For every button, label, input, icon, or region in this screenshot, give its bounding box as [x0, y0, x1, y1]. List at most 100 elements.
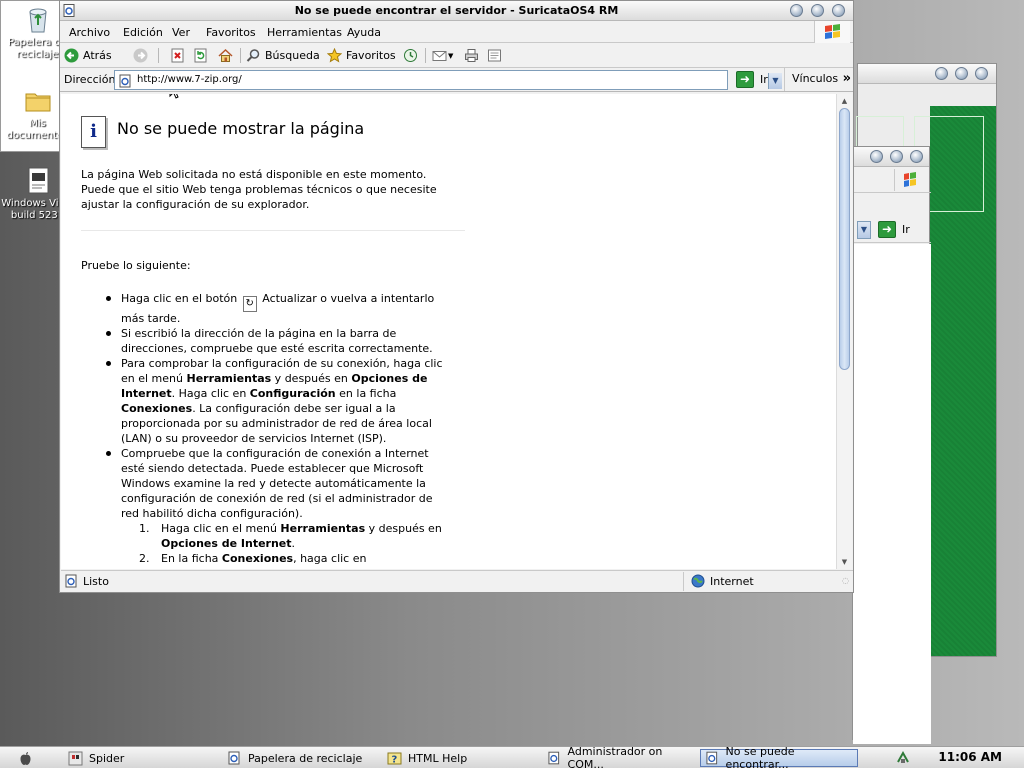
- menu-favoritos[interactable]: Favoritos: [206, 26, 256, 39]
- forward-button[interactable]: [133, 47, 152, 64]
- taskbar-item-label: No se puede encontrar...: [725, 745, 795, 768]
- start-button[interactable]: [14, 749, 39, 767]
- go-button[interactable]: ➜ Ir: [878, 221, 910, 238]
- minimize-button[interactable]: [870, 150, 883, 163]
- taskbar-item-active-browser[interactable]: No se puede encontrar...: [700, 745, 858, 768]
- bold-term: Configuración: [249, 387, 336, 400]
- maximize-button[interactable]: [955, 67, 968, 80]
- close-button[interactable]: [910, 150, 923, 163]
- page-status-icon: [65, 574, 77, 588]
- globe-icon: [691, 574, 705, 588]
- taskbar-item-spider[interactable]: Spider: [64, 749, 219, 767]
- links-button[interactable]: Vínculos »: [784, 68, 854, 91]
- print-button[interactable]: [464, 47, 483, 64]
- info-icon: i: [81, 116, 106, 148]
- taskbar-item-html-help[interactable]: ? HTML Help: [383, 749, 538, 767]
- try-heading: Pruebe lo siguiente:: [81, 259, 191, 272]
- taskbar-item-label: Papelera de reciclaje: [248, 751, 363, 765]
- network-tray-icon[interactable]: [896, 750, 910, 765]
- bold-term: Internet: [121, 387, 172, 400]
- text: .: [291, 537, 296, 550]
- svg-text:?: ?: [392, 754, 398, 765]
- menu-bar: Archivo Edición Ver Favoritos Herramient…: [60, 21, 853, 43]
- favorites-button[interactable]: Favoritos: [327, 47, 396, 64]
- menu-ayuda[interactable]: Ayuda: [347, 26, 381, 39]
- stop-button[interactable]: [170, 47, 189, 64]
- numbered-item-2: En la ficha Conexiones, haga clic en: [161, 551, 366, 566]
- status-divider: [683, 572, 684, 591]
- go-button[interactable]: ➜ Ir: [736, 71, 768, 88]
- bullet: [106, 361, 111, 366]
- close-button[interactable]: [832, 4, 845, 17]
- bullet-3-line: en el menú Herramientas y después en Opc…: [121, 371, 427, 386]
- taskbar: Spider Papelera de reciclaje ? HTML Help…: [0, 745, 1024, 768]
- bold-term: Conexiones: [121, 402, 193, 415]
- resize-grip-icon[interactable]: ◌: [842, 576, 849, 585]
- edit-icon: [488, 49, 501, 62]
- history-button[interactable]: [403, 47, 422, 64]
- refresh-icon[interactable]: ↻: [242, 296, 257, 312]
- taskbar-item-recycle-bin[interactable]: Papelera de reciclaje: [223, 749, 378, 767]
- taskbar-item-label: HTML Help: [408, 751, 468, 765]
- internet-explorer-icon: [548, 751, 560, 764]
- go-label: Ir: [902, 223, 910, 236]
- scroll-down-arrow[interactable]: ▼: [837, 556, 852, 568]
- star-icon: [327, 48, 342, 63]
- refresh-icon: [194, 48, 207, 63]
- maximize-button[interactable]: [890, 150, 903, 163]
- bullet-3-line: Internet. Haga clic en Configuración en …: [121, 386, 396, 401]
- address-dropdown-arrow[interactable]: ▼: [768, 73, 782, 89]
- back-button[interactable]: Atrás: [64, 47, 112, 64]
- taskbar-item-label: Spider: [89, 751, 125, 765]
- address-input[interactable]: http://www.7-zip.org/ ▼: [114, 70, 782, 90]
- search-button[interactable]: Búsqueda: [246, 47, 320, 64]
- mail-button[interactable]: ▼: [432, 47, 453, 64]
- internet-explorer-icon: [228, 751, 240, 764]
- text: y después en: [271, 372, 352, 385]
- text: en el menú: [121, 372, 187, 385]
- home-button[interactable]: [218, 47, 237, 64]
- search-label: Búsqueda: [265, 49, 320, 62]
- window-title: No se puede encontrar el servidor - Suri…: [294, 4, 619, 17]
- list-number: 2.: [139, 552, 150, 565]
- background-window-titlebar[interactable]: [858, 64, 996, 84]
- menu-edicion[interactable]: Edición: [123, 26, 163, 39]
- menu-ver[interactable]: Ver: [172, 26, 190, 39]
- status-bar: Listo Internet ◌: [61, 570, 853, 592]
- text: , haga clic en: [293, 552, 367, 565]
- maximize-button[interactable]: [811, 4, 824, 17]
- bullet: [106, 296, 111, 301]
- close-button[interactable]: [975, 67, 988, 80]
- minimize-button[interactable]: [790, 4, 803, 17]
- address-dropdown-arrow[interactable]: ▼: [857, 221, 871, 239]
- bullet-2-line: Si escribió la dirección de la página en…: [121, 327, 397, 340]
- go-arrow-icon: ➜: [878, 221, 896, 238]
- background-window-titlebar[interactable]: [853, 147, 929, 167]
- background-window-browser[interactable]: ▼ ➜ Ir: [852, 146, 931, 744]
- document-icon: [23, 165, 53, 195]
- address-url: http://www.7-zip.org/: [137, 74, 242, 85]
- page-icon: [119, 74, 131, 88]
- toolbar-separator: [240, 48, 241, 63]
- vertical-scrollbar[interactable]: ▲ ▼: [836, 94, 852, 569]
- menu-archivo[interactable]: Archivo: [69, 26, 110, 39]
- bold-term: Conexiones: [221, 552, 294, 565]
- background-menubar: [853, 167, 931, 193]
- bullet-4-line: Windows examine la red y detecte automát…: [121, 477, 426, 490]
- menu-herramientas[interactable]: Herramientas: [267, 26, 342, 39]
- links-label: Vínculos: [792, 72, 839, 85]
- home-icon: [218, 48, 233, 62]
- desktop: Papelera de reciclaje Mis documentos Win…: [0, 0, 1024, 746]
- scroll-thumb[interactable]: [839, 108, 850, 370]
- refresh-button[interactable]: [193, 47, 212, 64]
- bullet-1-line: más tarde.: [121, 312, 181, 325]
- browser-window[interactable]: No se puede encontrar el servidor - Suri…: [59, 0, 854, 593]
- minimize-button[interactable]: [935, 67, 948, 80]
- bullet-4-line: red habilitó dicha configuración).: [121, 507, 303, 520]
- edit-button[interactable]: [487, 47, 506, 64]
- page-content: i No se puede mostrar la página La págin…: [61, 94, 836, 569]
- window-titlebar[interactable]: No se puede encontrar el servidor - Suri…: [60, 1, 853, 21]
- scroll-up-arrow[interactable]: ▲: [837, 95, 852, 107]
- taskbar-item-administrador[interactable]: Administrador on COM...: [543, 745, 698, 768]
- bullet-1-line: Haga clic en el botón ↻ Actualizar o vue…: [121, 291, 434, 312]
